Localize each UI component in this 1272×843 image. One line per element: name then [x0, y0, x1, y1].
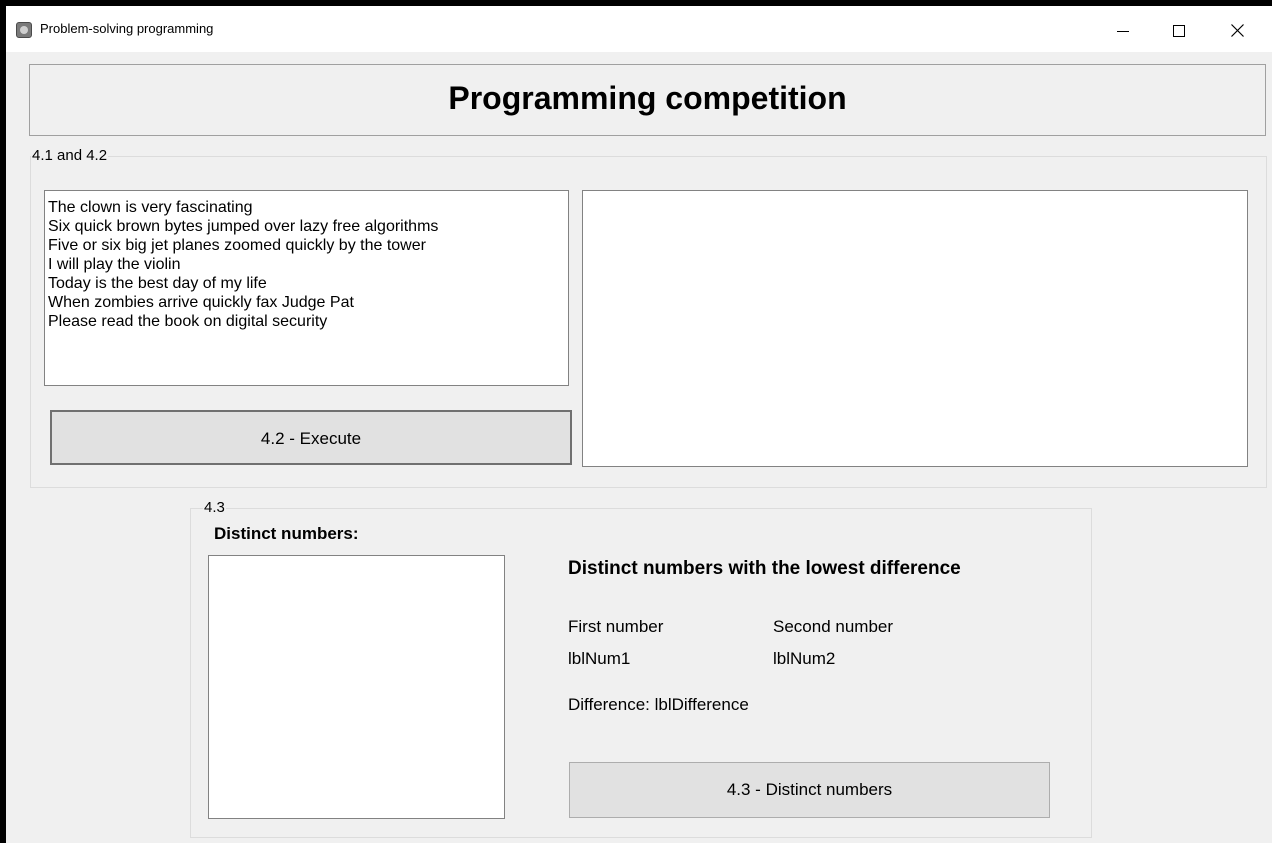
minimize-icon[interactable] — [1100, 16, 1146, 44]
app-window: Problem-solving programming Programming … — [6, 6, 1272, 843]
list-item[interactable]: Today is the best day of my life — [48, 274, 568, 293]
distinct-numbers-button[interactable]: 4.3 - Distinct numbers — [569, 762, 1050, 818]
group-legend: 4.1 and 4.2 — [31, 147, 109, 164]
app-icon — [16, 22, 32, 38]
title-bar[interactable]: Problem-solving programming — [6, 6, 1272, 52]
group-legend: 4.3 — [203, 499, 226, 516]
window-title: Problem-solving programming — [40, 21, 214, 36]
page-title: Programming competition — [448, 80, 847, 116]
list-item[interactable]: When zombies arrive quickly fax Judge Pa… — [48, 293, 568, 312]
list-item[interactable]: Please read the book on digital security — [48, 312, 568, 331]
list-item[interactable]: Five or six big jet planes zoomed quickl… — [48, 236, 568, 255]
second-number-label: Second number — [773, 617, 894, 636]
num1-value: lblNum1 — [568, 649, 631, 668]
close-icon[interactable] — [1214, 16, 1260, 44]
maximize-icon[interactable] — [1156, 16, 1202, 44]
list-item[interactable]: The clown is very fascinating — [48, 198, 568, 217]
sentences-listbox[interactable]: The clown is very fascinating Six quick … — [44, 190, 569, 386]
first-number-label: First number — [568, 617, 664, 636]
distinct-numbers-label: Distinct numbers: — [214, 524, 359, 543]
difference-value: Difference: lblDifference — [568, 695, 749, 714]
list-item[interactable]: Six quick brown bytes jumped over lazy f… — [48, 217, 568, 236]
execute-button[interactable]: 4.2 - Execute — [50, 410, 572, 465]
num2-value: lblNum2 — [773, 649, 836, 668]
output-listbox[interactable] — [582, 190, 1248, 467]
distinct-numbers-listbox[interactable] — [208, 555, 505, 819]
header-panel: Programming competition — [29, 64, 1266, 136]
list-item[interactable]: I will play the violin — [48, 255, 568, 274]
lowest-difference-heading: Distinct numbers with the lowest differe… — [568, 558, 961, 579]
